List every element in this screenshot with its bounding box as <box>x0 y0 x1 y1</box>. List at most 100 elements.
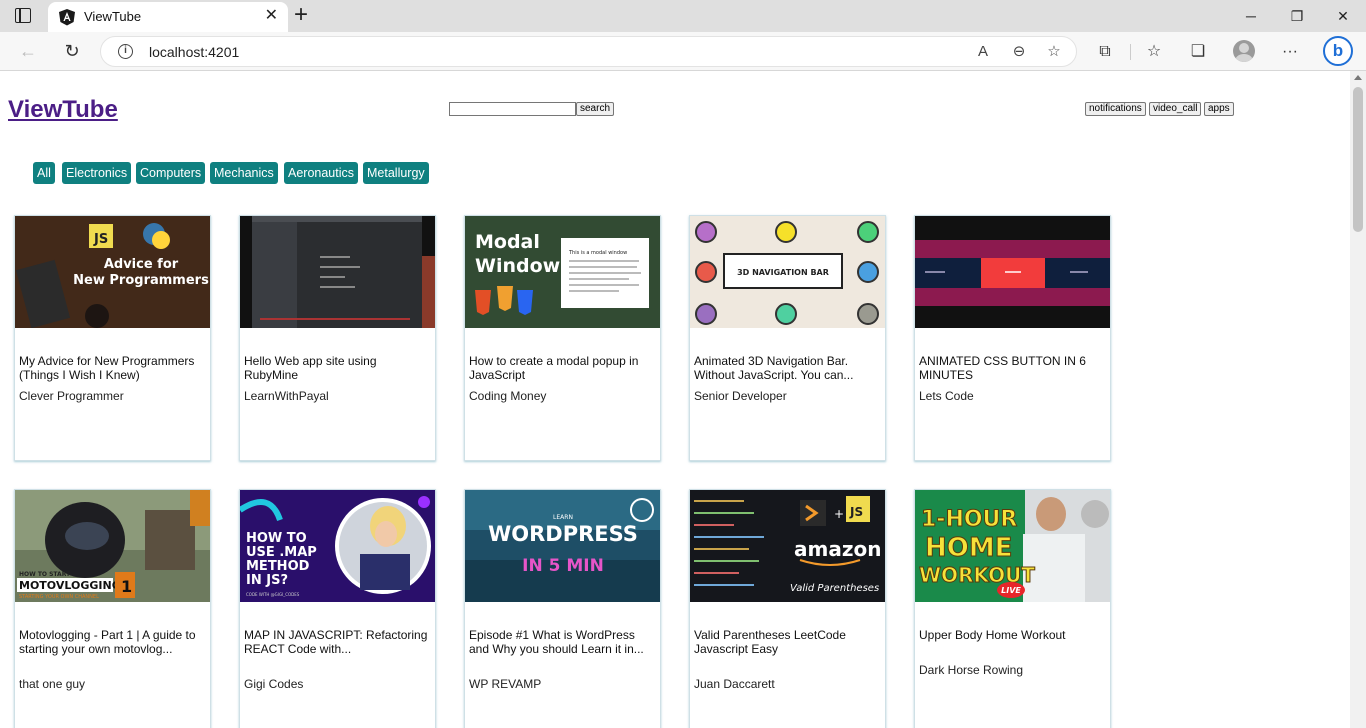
svg-text:CODE WITH @GIGI_CODES: CODE WITH @GIGI_CODES <box>246 592 300 597</box>
video-title[interactable]: Episode #1 What is WordPress and Why you… <box>469 628 657 656</box>
video-thumbnail[interactable] <box>915 216 1110 328</box>
new-tab-icon[interactable]: + <box>294 3 308 27</box>
video-title[interactable]: Hello Web app site using RubyMine <box>244 354 432 382</box>
category-chip-mechanics[interactable]: Mechanics <box>210 162 278 184</box>
video-card[interactable]: 1-HOUR HOME WORKOUT LIVE Upper Body Home… <box>914 489 1111 728</box>
video-channel[interactable]: Dark Horse Rowing <box>919 663 1023 677</box>
video-title[interactable]: Motovlogging - Part 1 | A guide to start… <box>19 628 207 656</box>
tab-actions-icon[interactable] <box>15 8 31 23</box>
bing-copilot-icon[interactable]: b <box>1323 36 1353 66</box>
page-viewport: ViewTube search notifications video_call… <box>0 71 1350 728</box>
video-call-button[interactable]: video_call <box>1149 102 1202 116</box>
video-thumbnail[interactable]: + JS amazon Valid Parentheses <box>690 490 885 602</box>
svg-text:METHOD: METHOD <box>246 559 310 574</box>
video-channel[interactable]: Senior Developer <box>694 389 787 403</box>
category-chip-aeronautics[interactable]: Aeronautics <box>284 162 359 184</box>
collections-icon[interactable]: ❏ <box>1187 41 1209 63</box>
svg-text:amazon: amazon <box>794 537 881 561</box>
video-channel[interactable]: WP REVAMP <box>469 677 541 691</box>
video-channel[interactable]: LearnWithPayal <box>244 389 329 403</box>
svg-text:Advice for: Advice for <box>104 257 179 272</box>
apps-button[interactable]: apps <box>1204 102 1234 116</box>
svg-text:JS: JS <box>93 232 108 247</box>
video-thumbnail[interactable]: HOW TO USE .MAP METHOD IN JS? CODE WITH … <box>240 490 435 602</box>
browser-toolbar: ← ↻ i localhost:4201 A ⊖ ☆ ⧉ ☆ ❏ ··· b <box>0 32 1366 71</box>
svg-text:LEARN: LEARN <box>553 514 573 521</box>
profile-avatar-icon[interactable] <box>1233 40 1255 62</box>
category-chip-all[interactable]: All <box>33 162 55 184</box>
video-card[interactable]: + JS amazon Valid Parentheses Valid Pare… <box>689 489 886 728</box>
video-thumbnail[interactable] <box>240 216 435 328</box>
video-card[interactable]: Modal Window This is a modal window How … <box>464 215 661 461</box>
svg-text:MOTOVLOGGING: MOTOVLOGGING <box>19 579 121 592</box>
video-thumbnail[interactable]: 1-HOUR HOME WORKOUT LIVE <box>915 490 1110 602</box>
video-thumbnail[interactable]: JS Advice for New Programmers <box>15 216 210 328</box>
category-chip-electronics[interactable]: Electronics <box>62 162 132 184</box>
svg-text:STARTING YOUR OWN CHANNEL: STARTING YOUR OWN CHANNEL <box>19 594 99 600</box>
site-logo[interactable]: ViewTube <box>8 96 118 124</box>
svg-text:1: 1 <box>121 577 132 596</box>
svg-text:IN 5 MIN: IN 5 MIN <box>522 556 604 576</box>
video-card[interactable]: JS Advice for New Programmers My Advice … <box>14 215 211 461</box>
address-bar[interactable]: i localhost:4201 A ⊖ ☆ <box>100 36 1077 67</box>
minimize-icon[interactable]: ─ <box>1228 0 1274 32</box>
svg-text:Modal: Modal <box>475 231 540 253</box>
read-aloud-icon[interactable]: A <box>973 42 993 62</box>
video-title[interactable]: MAP IN JAVASCRIPT: Refactoring REACT Cod… <box>244 628 432 656</box>
video-title[interactable]: ANIMATED CSS BUTTON IN 6 MINUTES <box>919 354 1107 382</box>
search-input[interactable] <box>449 102 576 116</box>
svg-text:Valid Parentheses: Valid Parentheses <box>790 583 879 594</box>
category-chip-metallurgy[interactable]: Metallurgy <box>363 162 429 184</box>
svg-text:New Programmers: New Programmers <box>73 273 209 288</box>
video-thumbnail[interactable]: HOW TO START MOTOVLOGGING 1 STARTING YOU… <box>15 490 210 602</box>
more-menu-icon[interactable]: ··· <box>1279 41 1301 63</box>
video-thumbnail[interactable]: Modal Window This is a modal window <box>465 216 660 328</box>
svg-text:IN JS?: IN JS? <box>246 573 288 588</box>
video-title[interactable]: My Advice for New Programmers (Things I … <box>19 354 207 382</box>
svg-text:JS: JS <box>849 505 863 519</box>
video-channel[interactable]: that one guy <box>19 677 85 691</box>
angular-favicon-icon <box>59 9 75 26</box>
restore-icon[interactable]: ❐ <box>1274 0 1320 32</box>
favorites-icon[interactable]: ☆ <box>1143 41 1165 63</box>
add-favorite-icon[interactable]: ☆ <box>1044 42 1064 62</box>
tab-close-icon[interactable]: ✕ <box>265 7 278 25</box>
video-thumbnail[interactable]: LEARN WORDPRESS IN 5 MIN <box>465 490 660 602</box>
extensions-icon[interactable]: ⧉ <box>1094 41 1116 63</box>
svg-text:Window: Window <box>475 255 560 277</box>
video-card[interactable]: ANIMATED CSS BUTTON IN 6 MINUTES Lets Co… <box>914 215 1111 461</box>
svg-text:HOME: HOME <box>925 533 1013 563</box>
svg-text:+: + <box>834 507 844 521</box>
svg-text:3D NAVIGATION BAR: 3D NAVIGATION BAR <box>737 268 829 277</box>
svg-text:This is a modal window: This is a modal window <box>568 250 627 256</box>
notifications-button[interactable]: notifications <box>1085 102 1146 116</box>
category-chip-computers[interactable]: Computers <box>136 162 206 184</box>
video-channel[interactable]: Coding Money <box>469 389 546 403</box>
video-title[interactable]: Upper Body Home Workout <box>919 628 1107 656</box>
refresh-icon[interactable]: ↻ <box>60 39 84 63</box>
site-info-icon[interactable]: i <box>118 44 133 59</box>
scroll-up-icon[interactable] <box>1354 75 1362 80</box>
video-channel[interactable]: Lets Code <box>919 389 974 403</box>
video-title[interactable]: How to create a modal popup in JavaScrip… <box>469 354 657 382</box>
back-icon[interactable]: ← <box>16 39 40 63</box>
video-channel[interactable]: Juan Daccarett <box>694 677 775 691</box>
video-title[interactable]: Valid Parentheses LeetCode Javascript Ea… <box>694 628 882 656</box>
page-scrollbar[interactable] <box>1350 71 1366 728</box>
video-channel[interactable]: Clever Programmer <box>19 389 124 403</box>
close-window-icon[interactable]: ✕ <box>1320 0 1366 32</box>
url-text[interactable]: localhost:4201 <box>149 44 239 60</box>
video-card[interactable]: 3D NAVIGATION BAR Animated 3D Navigation… <box>689 215 886 461</box>
video-card[interactable]: HOW TO START MOTOVLOGGING 1 STARTING YOU… <box>14 489 211 728</box>
video-card[interactable]: Hello Web app site using RubyMine LearnW… <box>239 215 436 461</box>
svg-text:HOW TO: HOW TO <box>246 531 307 546</box>
video-channel[interactable]: Gigi Codes <box>244 677 303 691</box>
video-thumbnail[interactable]: 3D NAVIGATION BAR <box>690 216 885 328</box>
browser-tab[interactable]: ViewTube ✕ <box>48 2 288 32</box>
scrollbar-thumb[interactable] <box>1353 87 1363 232</box>
search-button[interactable]: search <box>576 102 615 116</box>
zoom-out-icon[interactable]: ⊖ <box>1009 42 1029 62</box>
video-title[interactable]: Animated 3D Navigation Bar. Without Java… <box>694 354 882 382</box>
video-card[interactable]: LEARN WORDPRESS IN 5 MIN Episode #1 What… <box>464 489 661 728</box>
video-card[interactable]: HOW TO USE .MAP METHOD IN JS? CODE WITH … <box>239 489 436 728</box>
